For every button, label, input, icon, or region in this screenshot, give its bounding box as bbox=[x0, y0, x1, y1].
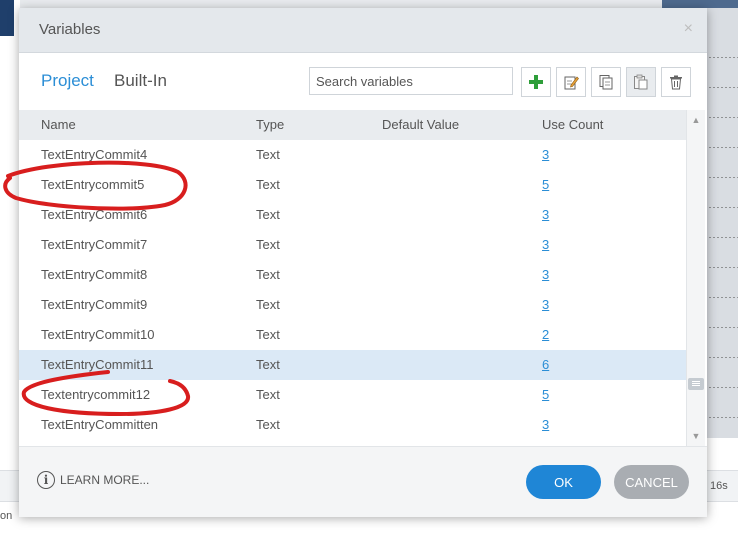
use-count-link[interactable]: 6 bbox=[542, 350, 549, 380]
background-tab-label: on bbox=[0, 510, 13, 522]
variable-name: TextEntryCommit10 bbox=[41, 327, 155, 342]
trash-icon bbox=[670, 75, 682, 90]
background-header-accent bbox=[0, 0, 14, 36]
cancel-button[interactable]: CANCEL bbox=[614, 465, 689, 499]
variable-type: Text bbox=[256, 147, 280, 162]
column-header-use-count[interactable]: Use Count bbox=[542, 110, 603, 140]
table-row[interactable]: TextEntryCommit6 Text 3 bbox=[19, 200, 686, 230]
table-row[interactable]: Textentrycommit12 Text 5 bbox=[19, 380, 686, 410]
edit-icon bbox=[564, 76, 579, 90]
background-ruler-label: 16s bbox=[710, 480, 728, 492]
table-row[interactable]: TextEntryCommit10 Text 2 bbox=[19, 320, 686, 350]
variable-type: Text bbox=[256, 417, 280, 432]
background-timeline-rows bbox=[707, 28, 738, 428]
column-header-default-value[interactable]: Default Value bbox=[382, 110, 459, 140]
variable-type: Text bbox=[256, 237, 280, 252]
use-count-link[interactable]: 3 bbox=[542, 140, 549, 170]
background-toolbar-strip bbox=[662, 0, 738, 8]
table-row[interactable]: TextEntryCommit4 Text 3 bbox=[19, 140, 686, 170]
search-input[interactable] bbox=[309, 67, 513, 95]
copy-variable-button[interactable] bbox=[591, 67, 621, 97]
variable-type: Text bbox=[256, 297, 280, 312]
tab-built-in[interactable]: Built-In bbox=[114, 71, 167, 91]
variable-type: Text bbox=[256, 207, 280, 222]
learn-more-link[interactable]: i LEARN MORE... bbox=[37, 471, 149, 489]
copy-icon bbox=[599, 75, 613, 90]
variable-type: Text bbox=[256, 357, 280, 372]
variable-name: TextEntrycommit5 bbox=[41, 177, 145, 192]
column-header-type[interactable]: Type bbox=[256, 110, 284, 140]
variable-name: TextEntryCommit11 bbox=[41, 357, 154, 372]
tab-project[interactable]: Project bbox=[41, 71, 94, 91]
variable-name: TextEntryCommit6 bbox=[41, 207, 148, 222]
variables-dialog: Variables × Project Built-In Search vari… bbox=[19, 8, 707, 517]
paste-icon bbox=[634, 74, 648, 90]
scrollbar-thumb[interactable] bbox=[688, 378, 704, 390]
use-count-link[interactable]: 3 bbox=[542, 230, 549, 260]
use-count-link[interactable]: 5 bbox=[542, 380, 549, 410]
variable-name: TextEntryCommit9 bbox=[41, 297, 148, 312]
variable-type: Text bbox=[256, 177, 280, 192]
use-count-link[interactable]: 3 bbox=[542, 290, 549, 320]
scroll-down-icon[interactable]: ▼ bbox=[687, 428, 705, 444]
paste-variable-button[interactable] bbox=[626, 67, 656, 97]
learn-more-label: LEARN MORE... bbox=[60, 473, 150, 487]
use-count-link[interactable]: 3 bbox=[542, 200, 549, 230]
add-variable-button[interactable] bbox=[521, 67, 551, 97]
info-icon: i bbox=[37, 471, 55, 489]
use-count-link[interactable]: 3 bbox=[542, 260, 549, 290]
table-row[interactable]: TextEntrycommit5 Text 5 bbox=[19, 170, 686, 200]
vertical-scrollbar[interactable]: ▲ ▼ bbox=[686, 110, 705, 446]
table-row[interactable]: TextEntryCommit7 Text 3 bbox=[19, 230, 686, 260]
delete-variable-button[interactable] bbox=[661, 67, 691, 97]
variable-type: Text bbox=[256, 327, 280, 342]
variable-type: Text bbox=[256, 387, 280, 402]
variable-name: TextEntryCommit7 bbox=[41, 237, 148, 252]
use-count-link[interactable]: 2 bbox=[542, 320, 549, 350]
variable-name: TextEntryCommitten bbox=[41, 417, 159, 432]
table-row-selected[interactable]: TextEntryCommit11 Text 6 bbox=[19, 350, 686, 380]
dialog-title: Variables bbox=[39, 21, 101, 38]
table-row[interactable]: TextEntryCommit8 Text 3 bbox=[19, 260, 686, 290]
close-icon[interactable]: × bbox=[684, 20, 693, 38]
table-row[interactable]: TextEntryCommit9 Text 3 bbox=[19, 290, 686, 320]
dialog-titlebar: Variables × bbox=[19, 8, 707, 53]
variable-name: TextEntryCommit4 bbox=[41, 147, 148, 162]
use-count-link[interactable]: 3 bbox=[542, 410, 549, 440]
variable-type: Text bbox=[256, 267, 280, 282]
dialog-footer: i LEARN MORE... OK CANCEL bbox=[19, 446, 707, 517]
use-count-link[interactable]: 5 bbox=[542, 170, 549, 200]
edit-variable-button[interactable] bbox=[556, 67, 586, 97]
table-header: Name Type Default Value Use Count bbox=[19, 110, 686, 140]
ok-button[interactable]: OK bbox=[526, 465, 601, 499]
variable-name: TextEntryCommit8 bbox=[41, 267, 148, 282]
background-canvas-left bbox=[0, 0, 20, 440]
scroll-up-icon[interactable]: ▲ bbox=[687, 112, 705, 128]
column-header-name[interactable]: Name bbox=[41, 110, 76, 140]
variables-table-body: TextEntryCommit4 Text 3 TextEntrycommit5… bbox=[19, 140, 686, 440]
table-row[interactable]: TextEntryCommitten Text 3 bbox=[19, 410, 686, 440]
plus-icon bbox=[529, 75, 543, 89]
variable-name: Textentrycommit12 bbox=[41, 387, 151, 402]
